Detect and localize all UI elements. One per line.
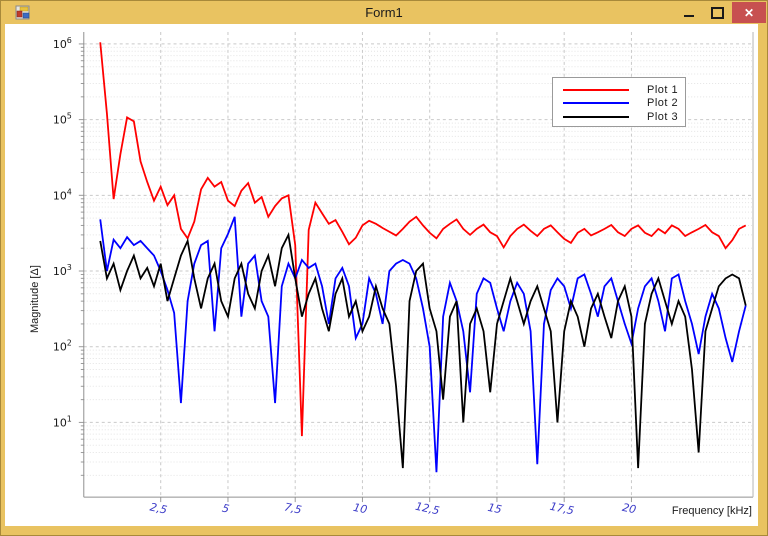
legend-line-plot2-icon [563,102,629,104]
svg-text:2,5: 2,5 [149,500,169,516]
chart-area: 1011021031041051062,557,51012,51517,520 … [5,24,758,526]
app-window: Form1 ✕ 101 102 103 104 105 106 2,5 5 7,5 10 12,5 1… [0,0,768,536]
legend-label-plot2: Plot 2 [647,97,678,109]
window-title: Form1 [1,5,767,20]
svg-text:5: 5 [221,502,231,516]
titlebar[interactable]: Form1 ✕ [1,1,767,24]
legend-item-plot1: Plot 1 [553,83,685,96]
legend-line-plot3-icon [563,116,629,118]
legend-item-plot2: Plot 2 [553,97,685,110]
svg-text:17,5: 17,5 [549,500,576,518]
legend-label-plot3: Plot 3 [647,111,678,123]
svg-text:15: 15 [487,501,503,517]
legend-label-plot1: Plot 1 [647,84,678,96]
svg-text:101: 101 [53,414,72,429]
close-icon: ✕ [744,7,754,19]
maximize-icon [711,7,724,19]
svg-text:105: 105 [53,112,72,127]
minimize-button[interactable] [674,2,703,23]
maximize-button[interactable] [703,2,732,23]
minimize-icon [684,15,694,17]
svg-text:102: 102 [53,339,72,354]
svg-text:104: 104 [53,187,72,202]
svg-text:7,5: 7,5 [283,500,303,516]
x-axis-title: Frequency [kHz] [672,505,752,517]
legend-line-plot1-icon [563,89,629,91]
svg-text:20: 20 [621,501,637,517]
y-axis-title: Magnitude [Δ] [29,265,41,333]
window-controls: ✕ [674,2,766,23]
close-button[interactable]: ✕ [732,2,766,23]
legend-item-plot3: Plot 3 [553,110,685,123]
svg-text:10: 10 [352,501,368,517]
svg-text:106: 106 [53,36,72,51]
svg-text:103: 103 [53,263,72,278]
svg-text:12,5: 12,5 [414,500,441,518]
legend: Plot 1 Plot 2 Plot 3 [552,77,686,127]
